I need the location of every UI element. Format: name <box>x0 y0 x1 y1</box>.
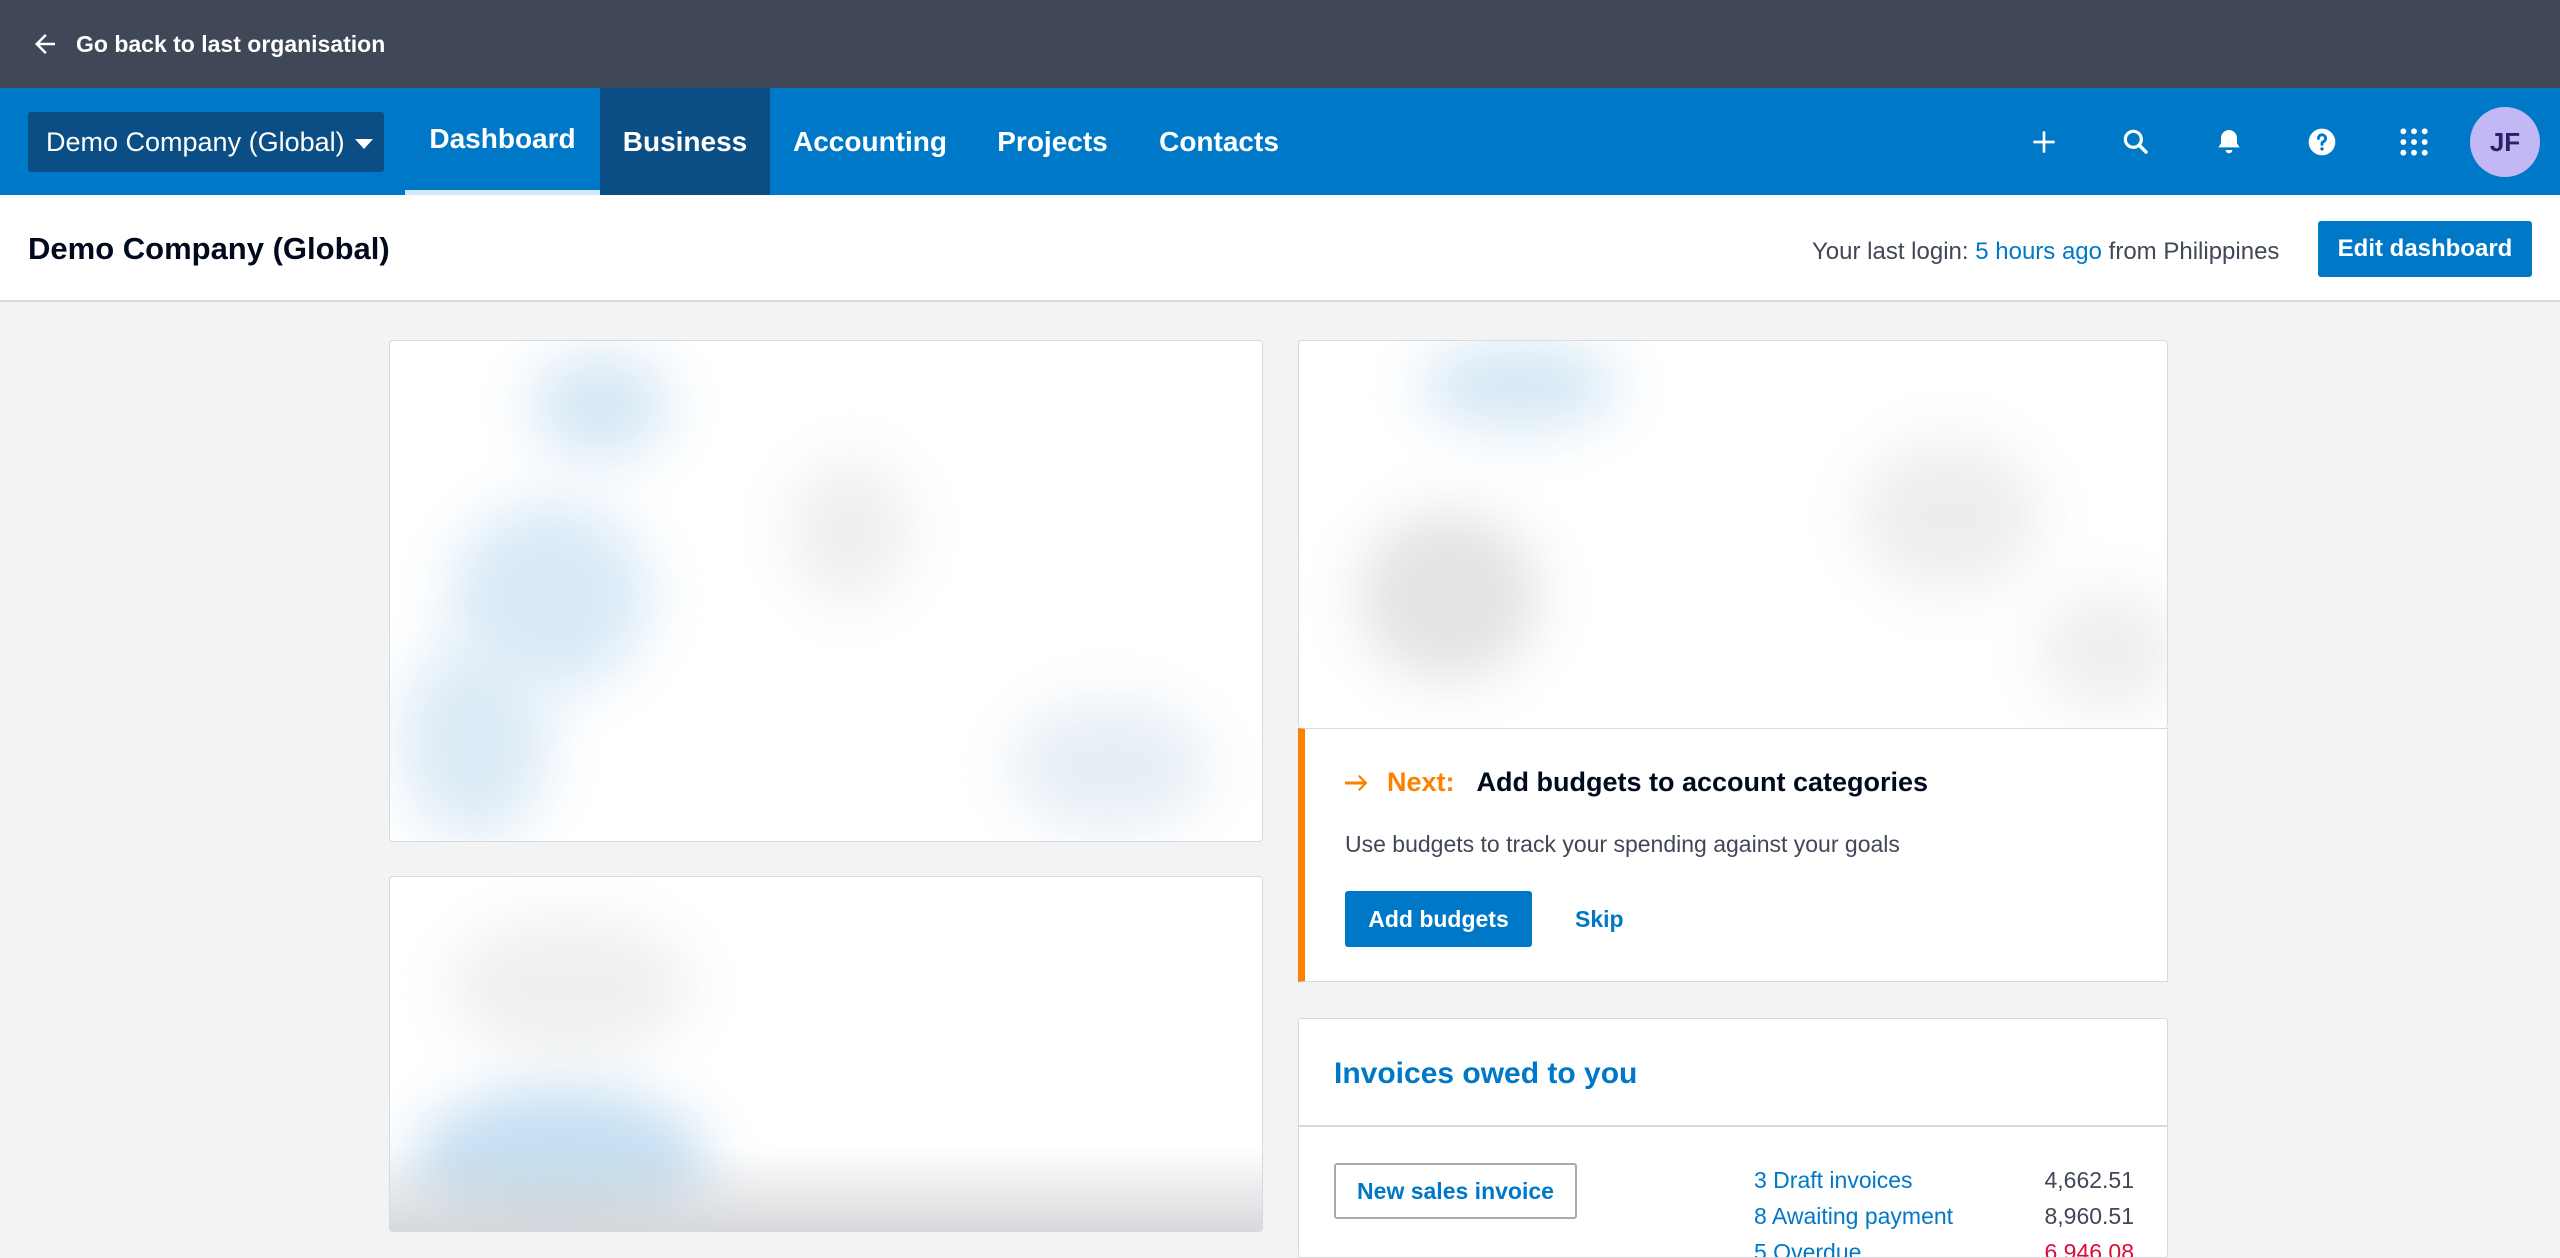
invoice-summary-row: 3 Draft invoices 4,662.51 <box>1754 1167 2134 1194</box>
overdue-amount: 6,946.08 <box>2044 1239 2134 1258</box>
help-icon[interactable] <box>2302 122 2342 162</box>
page-title: Demo Company (Global) <box>28 231 390 266</box>
tab-dashboard-label: Dashboard <box>429 123 576 154</box>
draft-invoices-link[interactable]: 3 Draft invoices <box>1754 1167 1913 1194</box>
arrow-left-icon <box>35 34 55 54</box>
tab-projects[interactable]: Projects <box>970 88 1135 195</box>
go-back-label: Go back to last organisation <box>76 30 386 57</box>
tab-contacts[interactable]: Contacts <box>1135 88 1303 195</box>
plus-icon[interactable] <box>2024 122 2064 162</box>
caret-down-icon <box>354 139 373 149</box>
last-login-info: Your last login: 5 hours ago from Philip… <box>1812 238 2279 266</box>
search-icon[interactable] <box>2116 122 2156 162</box>
tab-accounting[interactable]: Accounting <box>770 88 970 195</box>
awaiting-payment-amount: 8,960.51 <box>2044 1203 2134 1229</box>
last-login-suffix: from Philippines <box>2108 238 2280 265</box>
new-sales-invoice-button[interactable]: New sales invoice <box>1334 1163 1577 1219</box>
blurred-widget <box>389 340 1263 842</box>
tab-projects-label: Projects <box>997 125 1108 157</box>
avatar[interactable]: JF <box>2470 107 2540 177</box>
next-step-description: Use budgets to track your spending again… <box>1345 831 1900 857</box>
divider <box>1299 1125 2167 1127</box>
arrow-right-icon <box>1345 774 1368 791</box>
invoices-owed-title[interactable]: Invoices owed to you <box>1334 1057 1637 1091</box>
org-switcher-label: Demo Company (Global) <box>46 126 345 157</box>
last-login-prefix: Your last login: <box>1812 238 1969 265</box>
invoice-summary-row: 8 Awaiting payment 8,960.51 <box>1754 1203 2134 1230</box>
next-step-card: Next: Add budgets to account categories … <box>1298 728 2168 982</box>
blurred-widget <box>389 876 1263 1232</box>
awaiting-payment-link[interactable]: 8 Awaiting payment <box>1754 1203 1953 1230</box>
tab-accounting-label: Accounting <box>793 125 947 157</box>
draft-invoices-amount: 4,662.51 <box>2044 1167 2134 1193</box>
top-bar: Go back to last organisation <box>0 0 2560 88</box>
invoices-owed-card: Invoices owed to you New sales invoice 3… <box>1298 1018 2168 1258</box>
go-back-link[interactable]: Go back to last organisation <box>30 29 385 59</box>
apps-grid-icon[interactable] <box>2394 122 2434 162</box>
tab-business-label: Business <box>622 125 748 157</box>
edit-dashboard-button[interactable]: Edit dashboard <box>2318 221 2532 277</box>
tab-dashboard[interactable]: Dashboard <box>405 88 600 195</box>
overdue-link[interactable]: 5 Overdue <box>1754 1239 1861 1257</box>
avatar-initials: JF <box>2489 126 2521 157</box>
page-header: Demo Company (Global) Your last login: 5… <box>0 195 2560 302</box>
next-step-title: Add budgets to account categories <box>1476 767 1929 797</box>
next-step-heading: Next: Add budgets to account categories <box>1345 767 1928 798</box>
blurred-widget <box>1298 340 2168 728</box>
tab-business[interactable]: Business <box>600 88 770 195</box>
skip-button[interactable]: Skip <box>1575 891 1624 947</box>
tab-contacts-label: Contacts <box>1159 125 1279 157</box>
main-nav: Demo Company (Global) Dashboard Business… <box>0 88 2560 195</box>
invoice-summary-row: 5 Overdue 6,946.08 <box>1754 1239 2134 1258</box>
next-label: Next: <box>1387 767 1455 797</box>
org-switcher[interactable]: Demo Company (Global) <box>28 112 384 172</box>
add-budgets-button[interactable]: Add budgets <box>1345 891 1532 947</box>
bell-icon[interactable] <box>2209 122 2249 162</box>
last-login-time-link[interactable]: 5 hours ago <box>1975 238 2102 265</box>
